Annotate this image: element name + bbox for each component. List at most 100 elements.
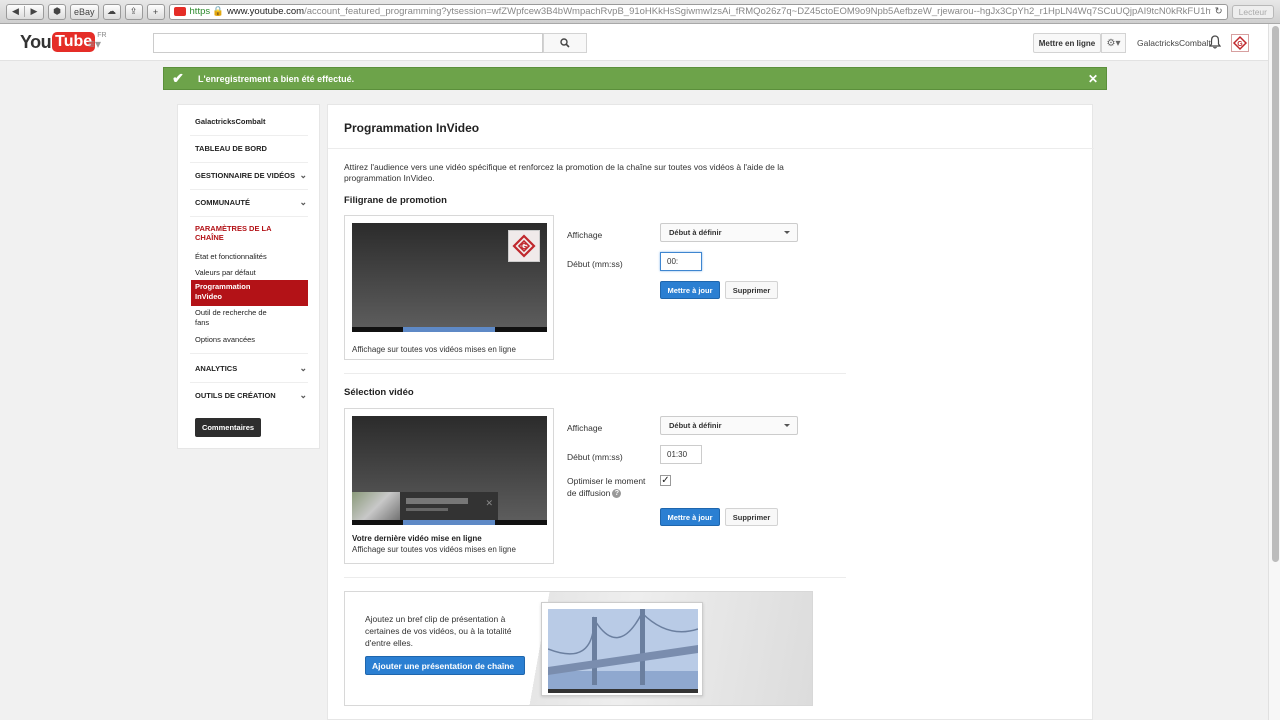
divider — [328, 148, 1094, 149]
optimize-checkbox[interactable]: ✓ — [660, 475, 671, 486]
main-panel: Programmation InVideo Attirez l'audience… — [327, 104, 1094, 720]
featured-video-preview: ✕ Votre dernière vidéo mise en ligne Aff… — [344, 408, 554, 564]
ebay-icon[interactable]: eBay — [70, 3, 99, 20]
notifications-bell-icon[interactable] — [1209, 35, 1221, 49]
chevron-down-icon: ⌄ — [299, 390, 307, 400]
history-nav: ◀ ▶ — [6, 3, 44, 20]
divider — [190, 162, 308, 163]
sidebar-item-label: GESTIONNAIRE DE VIDÉOS — [195, 171, 296, 180]
svg-text:G: G — [1237, 41, 1243, 48]
divider — [190, 189, 308, 190]
url-https: https — [189, 6, 211, 17]
success-alert: ✔ L'enregistrement a bien été effectué. … — [163, 67, 1107, 90]
sidebar-item-status[interactable]: État et fonctionnalités — [195, 252, 305, 261]
upload-button[interactable]: Mettre en ligne — [1033, 33, 1101, 53]
help-icon[interactable]: ? — [612, 489, 622, 498]
sidebar-item-label: OUTILS DE CRÉATION — [195, 391, 276, 400]
select-value: Début à définir — [669, 421, 722, 430]
video-preview: G — [352, 223, 547, 332]
featured-update-button[interactable]: Mettre à jour — [660, 508, 720, 526]
intro-text: Attirez l'audience vers une vidéo spécif… — [344, 162, 784, 183]
watermark-section-title: Filigrane de promotion — [344, 195, 447, 206]
sidebar-item-community[interactable]: COMMUNAUTÉ ⌄ — [195, 197, 307, 207]
share-icon[interactable]: ⇪ — [124, 3, 143, 20]
placeholder-subtitle-bar — [406, 508, 448, 511]
display-label: Affichage — [567, 230, 603, 240]
featured-start-input[interactable]: 01:30 — [660, 445, 702, 464]
divider — [344, 577, 846, 578]
watermark-display-select[interactable]: Début à définir — [660, 223, 798, 242]
page-title: Programmation InVideo — [344, 121, 480, 135]
creator-sidebar: GalactricksCombalt TABLEAU DE BORD GESTI… — [177, 104, 320, 449]
logo-you: You — [20, 32, 52, 52]
bridge-image — [548, 609, 698, 689]
back-icon[interactable]: ◀ — [7, 6, 25, 17]
watermark-delete-button[interactable]: Supprimer — [725, 281, 778, 299]
featured-caption: Votre dernière vidéo mise en ligne Affic… — [352, 533, 516, 555]
sidebar-item-creator-tools[interactable]: OUTILS DE CRÉATION ⌄ — [195, 390, 307, 400]
divider — [190, 382, 308, 383]
scrollbar-thumb[interactable] — [1272, 26, 1279, 562]
url-path: /account_featured_programming?ytsession=… — [304, 6, 1211, 17]
evernote-icon[interactable]: ⬢ — [48, 3, 66, 20]
guide-menu-icon[interactable]: ≡▾ — [88, 37, 101, 51]
sidebar-item-advanced[interactable]: Options avancées — [195, 335, 305, 344]
video-progress-fill — [403, 327, 495, 332]
svg-text:G: G — [521, 242, 527, 251]
chevron-down-icon: ⌄ — [299, 197, 307, 207]
checkmark-icon: ✔ — [172, 70, 184, 86]
featured-caption-title: Votre dernière vidéo mise en ligne — [352, 534, 482, 543]
forward-icon[interactable]: ▶ — [25, 6, 43, 17]
avatar[interactable]: G — [1231, 34, 1249, 52]
watermark-image: G — [508, 230, 540, 262]
featured-caption-sub: Affichage sur toutes vos vidéos mises en… — [352, 545, 516, 554]
divider — [344, 373, 846, 374]
url-host: www.youtube.com — [226, 6, 305, 17]
start-label: Début (mm:ss) — [567, 259, 623, 269]
optimize-label: Optimiser le moment de diffusion? — [567, 475, 655, 499]
start-label: Début (mm:ss) — [567, 452, 623, 462]
settings-gear-icon[interactable]: ⚙▾ — [1101, 33, 1126, 53]
caret-down-icon — [784, 424, 790, 427]
video-progress-fill — [403, 520, 495, 525]
add-channel-intro-button[interactable]: Ajouter une présentation de chaîne — [365, 656, 525, 675]
sidebar-item-label: ANALYTICS — [195, 364, 238, 373]
close-icon[interactable]: ✕ — [1088, 72, 1098, 86]
select-value: Début à définir — [669, 228, 722, 237]
featured-display-select[interactable]: Début à définir — [660, 416, 798, 435]
sidebar-item-video-manager[interactable]: GESTIONNAIRE DE VIDÉOS ⌄ — [195, 170, 307, 180]
account-name[interactable]: GalactricksCombalt — [1137, 38, 1211, 48]
sidebar-item-dashboard[interactable]: TABLEAU DE BORD — [195, 144, 305, 153]
divider — [190, 353, 308, 354]
cloud-icon[interactable]: ☁ — [102, 3, 121, 20]
sidebar-item-channel-settings[interactable]: PARAMÈTRES DE LA CHAÎNE — [195, 224, 279, 242]
placeholder-title-bar — [406, 498, 468, 504]
featured-video-section-title: Sélection vidéo — [344, 387, 414, 398]
watermark-update-button[interactable]: Mettre à jour — [660, 281, 720, 299]
youtube-favicon-icon — [173, 7, 186, 16]
reload-icon[interactable]: ↻ — [1211, 6, 1223, 17]
lock-icon: 🔒 — [212, 6, 224, 17]
sidebar-channel-name[interactable]: GalactricksCombalt — [195, 117, 305, 126]
sidebar-item-fan-finder[interactable]: Outil de recherche de fans — [195, 308, 273, 328]
sidebar-item-defaults[interactable]: Valeurs par défaut — [195, 268, 305, 277]
page-scrollbar[interactable] — [1268, 24, 1280, 720]
search-button[interactable] — [543, 33, 587, 53]
close-icon: ✕ — [485, 498, 493, 508]
watermark-start-input[interactable]: 00: — [660, 252, 702, 271]
address-bar[interactable]: https 🔒 www.youtube.com /account_feature… — [168, 3, 1228, 20]
sidebar-item-label: Programmation InVideo — [195, 282, 251, 301]
new-tab-icon[interactable]: + — [146, 3, 165, 20]
promo-progress-bar — [548, 689, 698, 693]
channel-intro-promo: Ajoutez un bref clip de présentation à c… — [344, 591, 813, 706]
video-thumbnail — [352, 492, 400, 522]
sidebar-item-analytics[interactable]: ANALYTICS ⌄ — [195, 363, 307, 373]
feedback-button[interactable]: Commentaires — [195, 418, 261, 437]
search-input[interactable] — [153, 33, 543, 53]
featured-delete-button[interactable]: Supprimer — [725, 508, 778, 526]
featured-video-card: ✕ — [352, 492, 498, 522]
reader-button[interactable]: Lecteur — [1231, 4, 1274, 19]
watermark-caption: Affichage sur toutes vos vidéos mises en… — [352, 345, 516, 354]
sidebar-item-invideo-programming[interactable]: Programmation InVideo — [191, 280, 308, 306]
chevron-down-icon: ⌄ — [299, 170, 307, 180]
